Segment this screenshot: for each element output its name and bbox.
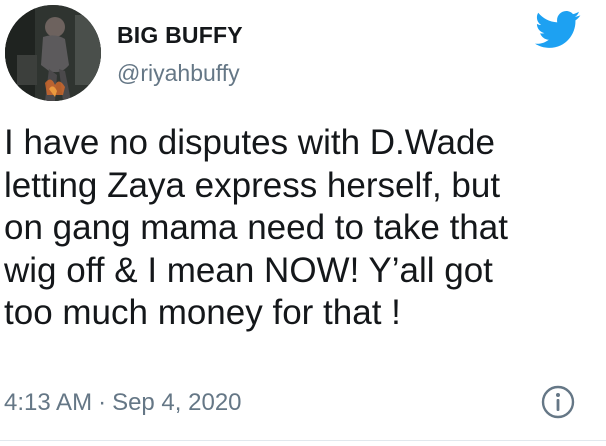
meta-separator: · [98, 389, 107, 416]
divider [0, 440, 606, 441]
tweet-text: I have no disputes with D.Wade letting Z… [4, 123, 508, 332]
tweet-date: Sep 4, 2020 [112, 389, 242, 416]
avatar[interactable] [5, 5, 101, 101]
tweet-card: BIG BUFFY @riyahbuffy I have no disputes… [0, 0, 606, 446]
display-name[interactable]: BIG BUFFY [117, 22, 243, 49]
twitter-bird-icon[interactable] [535, 10, 581, 50]
tweet-timestamp[interactable]: 4:13 AM · Sep 4, 2020 [4, 389, 242, 417]
avatar-photo [5, 5, 101, 101]
info-icon[interactable] [540, 384, 576, 420]
tweet-time: 4:13 AM [4, 389, 93, 416]
user-handle[interactable]: @riyahbuffy [117, 60, 240, 87]
